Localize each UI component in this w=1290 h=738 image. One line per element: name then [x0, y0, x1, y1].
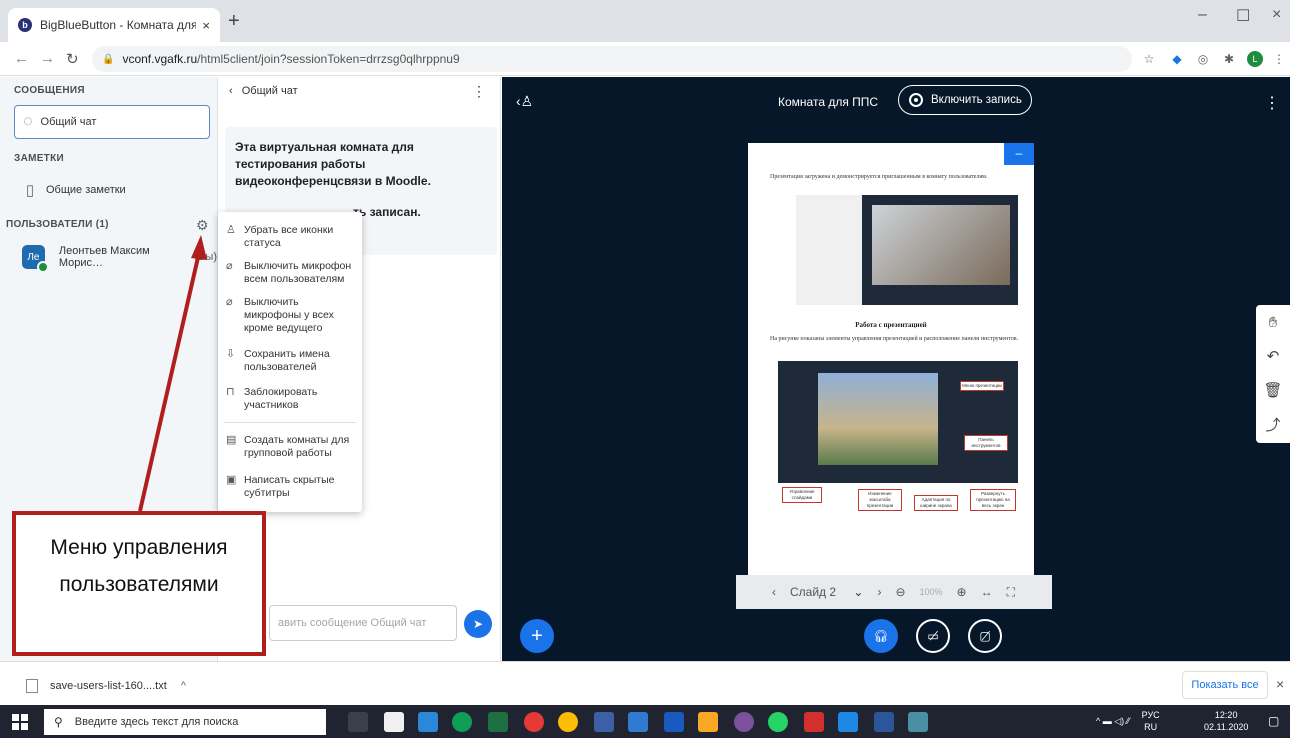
annotation-arrow	[138, 235, 207, 512]
windows-taskbar: ⚲ Введите здесь текст для поиска ^ ▬ ◁) …	[0, 705, 1290, 738]
download-item[interactable]: save-users-list-160....txt ^	[26, 679, 186, 693]
app-icon[interactable]	[418, 712, 438, 732]
windows-start-icon[interactable]	[12, 714, 28, 730]
search-placeholder: Введите здесь текст для поиска	[74, 716, 239, 728]
file-icon	[26, 679, 38, 693]
excel-icon[interactable]	[488, 712, 508, 732]
edge-icon[interactable]	[452, 712, 472, 732]
telegram-icon[interactable]	[838, 712, 858, 732]
save-app-icon[interactable]	[594, 712, 614, 732]
store-icon[interactable]	[384, 712, 404, 732]
task-view-icon[interactable]	[348, 712, 368, 732]
explorer-icon[interactable]	[628, 712, 648, 732]
system-tray[interactable]: ^ ▬ ◁) ⁄⁄ РУС RU	[1096, 709, 1160, 733]
tray-icons: ^ ▬ ◁) ⁄⁄	[1096, 715, 1130, 726]
taskbar-clock[interactable]: 12:20 02.11.2020	[1204, 709, 1248, 733]
chevron-up-icon[interactable]: ^	[181, 680, 186, 692]
yandex-icon[interactable]	[524, 712, 544, 732]
taskbar-search-input[interactable]: ⚲ Введите здесь текст для поиска	[44, 709, 326, 735]
download-bar: save-users-list-160....txt ^ Показать вс…	[0, 661, 1290, 705]
search-icon: ⚲	[54, 715, 63, 729]
calendar-icon[interactable]	[664, 712, 684, 732]
viber-icon[interactable]	[734, 712, 754, 732]
app-icon-2[interactable]	[908, 712, 928, 732]
word-icon[interactable]	[874, 712, 894, 732]
media-app-icon[interactable]	[804, 712, 824, 732]
language-indicator[interactable]: РУС RU	[1142, 709, 1160, 733]
download-filename: save-users-list-160....txt	[50, 680, 167, 692]
close-icon[interactable]: ×	[1276, 676, 1284, 692]
whatsapp-icon[interactable]	[768, 712, 788, 732]
notifications-icon[interactable]: ▢	[1268, 714, 1279, 728]
show-all-button[interactable]: Показать все	[1182, 671, 1268, 699]
chrome-icon[interactable]	[558, 712, 578, 732]
notes-app-icon[interactable]	[698, 712, 718, 732]
